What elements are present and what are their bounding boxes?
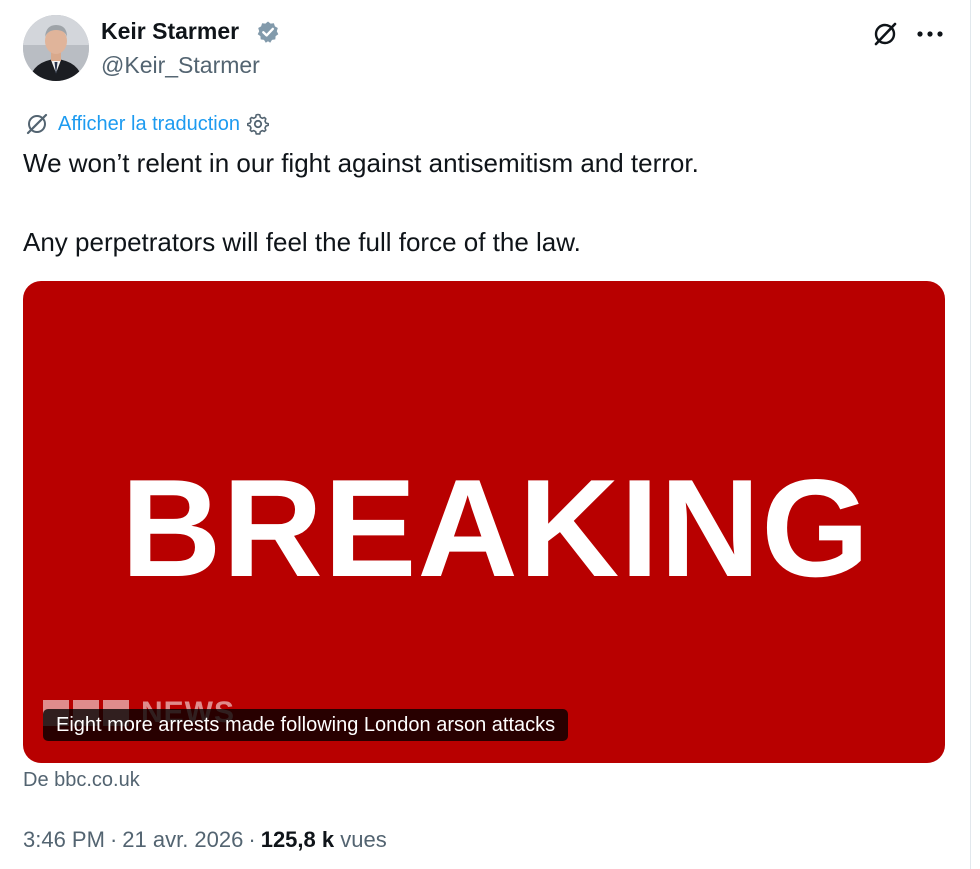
breaking-image-text: BREAKING xyxy=(121,451,871,606)
tweet-date[interactable]: 21 avr. 2026 xyxy=(122,827,243,852)
timeline-border xyxy=(970,0,971,869)
tweet-meta: 3:46 PM · 21 avr. 2026 · 125,8 k vues xyxy=(23,825,387,855)
card-caption: Eight more arrests made following London… xyxy=(43,709,569,741)
verified-badge-icon[interactable] xyxy=(256,20,280,44)
card-source[interactable]: De bbc.co.uk xyxy=(23,769,140,792)
meta-separator: · xyxy=(109,827,118,852)
grok-button[interactable] xyxy=(870,19,900,49)
gear-icon[interactable] xyxy=(246,112,270,136)
link-card[interactable]: BREAKING NEWS Eight more arrests made fo… xyxy=(23,281,945,763)
tweet-time[interactable]: 3:46 PM xyxy=(23,827,105,852)
views-label: vues xyxy=(340,827,387,852)
tweet-line-2: Any perpetrators will feel the full forc… xyxy=(23,227,581,257)
meta-separator: · xyxy=(248,827,256,852)
grok-icon xyxy=(874,22,897,46)
author-name[interactable]: Keir Starmer xyxy=(101,16,239,46)
translate-row: Afficher la traduction xyxy=(24,110,270,138)
grok-translate-icon xyxy=(26,113,48,135)
more-horizontal-icon xyxy=(917,31,943,37)
show-translation-link[interactable]: Afficher la traduction xyxy=(58,113,240,136)
tweet-line-1: We won’t relent in our fight against ant… xyxy=(23,148,699,178)
author-avatar[interactable] xyxy=(23,15,89,81)
author-handle[interactable]: @Keir_Starmer xyxy=(101,50,260,80)
tweet-text: We won’t relent in our fight against ant… xyxy=(23,146,943,259)
views-count[interactable]: 125,8 k xyxy=(261,827,334,852)
avatar-photo xyxy=(23,15,89,81)
more-options-button[interactable] xyxy=(914,19,946,49)
